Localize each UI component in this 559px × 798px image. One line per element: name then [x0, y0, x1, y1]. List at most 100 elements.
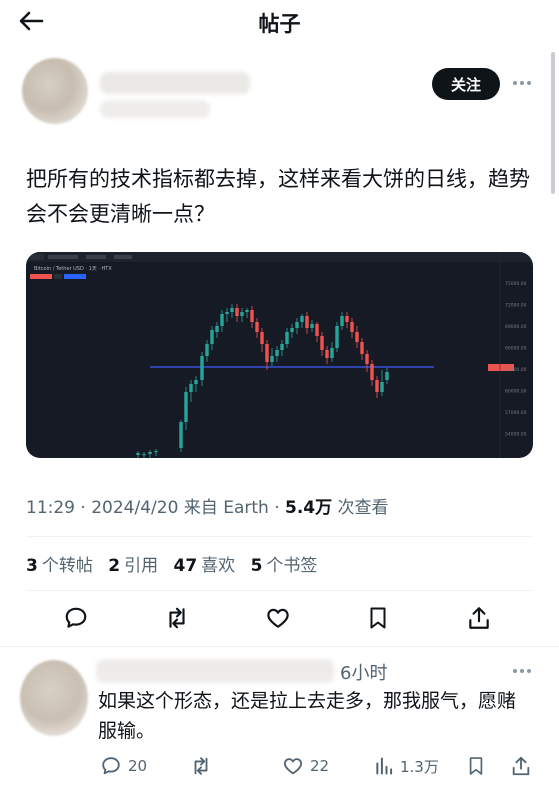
candle-body: [179, 422, 183, 448]
candle-body: [370, 364, 374, 380]
reply-button[interactable]: [61, 603, 91, 633]
post-meta: 11:29 · 2024/4/20 来自 Earth · 5.4万 次查看: [26, 498, 389, 518]
comment-icon: [65, 607, 87, 628]
like-button[interactable]: [263, 603, 293, 633]
candle-body: [148, 452, 152, 454]
reply-share-button[interactable]: [510, 753, 538, 779]
reply-bookmark-button[interactable]: [466, 753, 492, 779]
candle-body: [142, 454, 146, 456]
repost-icon: [194, 757, 208, 775]
reply-repost-button[interactable]: [190, 753, 218, 779]
quotes-stat[interactable]: 2 引用: [108, 556, 158, 576]
scrollbar[interactable]: [551, 52, 555, 194]
post-chart-image[interactable]: Bitcoin / Tether USD · 1天 · HTX 75000.00…: [26, 252, 533, 458]
price-axis-label: 54000.00: [505, 432, 527, 438]
candle-body: [355, 332, 359, 342]
author-avatar[interactable]: [22, 58, 88, 124]
repost-button[interactable]: [162, 603, 192, 633]
candle-body: [315, 324, 319, 336]
candle-body: [200, 356, 204, 380]
author-name-blurred[interactable]: [100, 72, 250, 94]
likes-stat[interactable]: 47 喜欢: [174, 556, 236, 576]
comment-icon: [102, 757, 120, 775]
candle-body: [270, 356, 274, 362]
candle-body: [380, 382, 384, 392]
candle-body: [350, 322, 354, 332]
chart-pair-label: Bitcoin / Tether USD · 1天 · HTX: [34, 266, 112, 272]
reposts-count: 3: [26, 556, 38, 576]
candle-body: [340, 316, 344, 326]
price-axis-label: 75000.00: [505, 281, 527, 287]
reply-time: 6小时: [340, 663, 388, 684]
reposts-stat[interactable]: 3 个转帖: [26, 556, 93, 576]
candle-body: [335, 326, 339, 348]
candle-body: [136, 453, 140, 455]
reply-views-button[interactable]: 1.3万: [374, 753, 439, 779]
reply-more-button[interactable]: [508, 660, 536, 682]
bookmark-button[interactable]: [363, 603, 393, 633]
candle-body: [154, 451, 158, 453]
more-horizontal-icon: [513, 81, 531, 85]
candle-body: [210, 330, 214, 344]
price-axis-label: 60000.00: [505, 389, 527, 395]
candle-body: [225, 312, 229, 314]
price-axis-label: 63000.00: [505, 367, 527, 373]
candle-body: [194, 380, 198, 384]
quotes-count: 2: [108, 556, 121, 576]
likes-count: 47: [173, 556, 198, 576]
candle-body: [310, 324, 314, 328]
reply-reply-button[interactable]: 20: [100, 753, 147, 779]
more-options-button[interactable]: [508, 72, 536, 94]
post-date: 2024/4/20: [91, 498, 179, 518]
bookmarks-count: 5: [250, 556, 263, 576]
candle-body: [260, 332, 264, 344]
candle-body: [360, 342, 364, 354]
share-button[interactable]: [464, 603, 494, 633]
page-title: 帖子: [258, 12, 301, 36]
share-icon: [512, 756, 530, 776]
candle-body: [280, 344, 284, 350]
candle-body: [245, 310, 249, 312]
candle-body: [295, 322, 299, 328]
reply-author-blurred[interactable]: [96, 659, 334, 683]
reply-likes-count: 22: [310, 757, 330, 775]
candle-body: [385, 372, 389, 380]
candle-body: [345, 316, 349, 322]
candle-body: [230, 308, 234, 312]
candle-body: [189, 384, 193, 392]
post-text: 把所有的技术指标都去掉，这样来看大饼的日线，趋势会不会更清晰一点？: [26, 167, 530, 226]
post-source: 来自 Earth: [183, 498, 269, 518]
more-horizontal-icon: [513, 669, 531, 673]
candle-body: [265, 344, 269, 362]
reply-avatar[interactable]: [20, 660, 88, 736]
heart-icon: [267, 608, 289, 628]
divider: [26, 590, 533, 591]
repost-icon: [169, 607, 185, 629]
likes-label: 喜欢: [201, 556, 236, 576]
bookmarks-label: 个书签: [266, 556, 318, 576]
price-axis-label: 72000.00: [505, 303, 527, 309]
views-count: 5.4万: [285, 498, 333, 518]
post-time: 11:29: [26, 498, 75, 518]
candle-body: [305, 316, 309, 328]
candle-body: [275, 350, 279, 356]
reposts-label: 个转帖: [41, 556, 93, 576]
follow-button[interactable]: 关注: [432, 68, 500, 100]
candle-body: [250, 310, 254, 322]
candle-body: [330, 348, 334, 358]
reply-like-button[interactable]: 22: [282, 753, 329, 779]
candle-body: [235, 308, 239, 316]
divider: [0, 646, 559, 647]
bookmarks-stat[interactable]: 5 个书签: [251, 556, 318, 576]
candle-body: [205, 344, 209, 356]
candle-body: [365, 354, 369, 364]
reply-text: 如果这个形态，还是拉上去走多，那我服气，愿赌服输。: [98, 690, 517, 742]
price-axis-label: 66000.00: [505, 346, 527, 352]
candlestick-chart: Bitcoin / Tether USD · 1天 · HTX 75000.00…: [26, 252, 533, 458]
top-bar: 帖子: [0, 0, 559, 42]
candle-body: [325, 350, 329, 358]
candle-body: [240, 312, 244, 316]
candle-body: [375, 380, 379, 392]
price-axis-label: 57000.00: [505, 410, 527, 416]
reply-replies-count: 20: [128, 757, 148, 775]
